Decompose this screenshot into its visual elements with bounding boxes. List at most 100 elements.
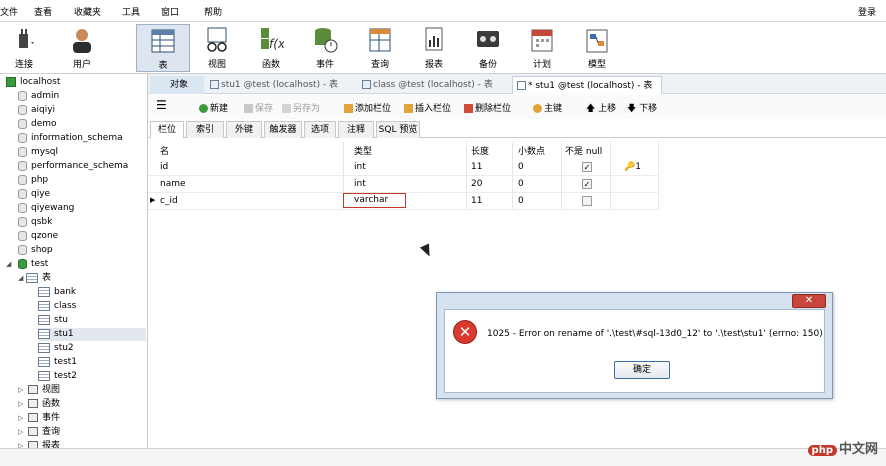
function-button[interactable]: f(x) 函数 — [251, 24, 291, 72]
tab-class[interactable]: class @test (localhost) - 表 — [358, 76, 510, 94]
tab-stu1-design[interactable]: * stu1 @test (localhost) - 表 — [512, 76, 662, 94]
event-button[interactable]: 事件 — [305, 24, 345, 72]
expand-arrow-icon[interactable]: ▷ — [18, 428, 23, 436]
add-column-button[interactable]: 添加栏位 — [344, 101, 391, 114]
not-null-checkbox[interactable]: ✓ — [582, 162, 592, 172]
menu-window[interactable]: 窗口 — [161, 5, 179, 18]
type-field-editing[interactable]: varchar — [343, 193, 406, 208]
tree-db-item[interactable]: admin — [18, 90, 59, 103]
tree-table-item[interactable]: stu1 — [38, 328, 146, 341]
not-null-checkbox[interactable] — [582, 196, 592, 206]
tree-table-item[interactable]: class — [38, 300, 76, 313]
tree-db-item[interactable]: performance_schema — [18, 160, 128, 173]
collapse-arrow-icon[interactable]: ◢ — [18, 274, 23, 282]
tree-db-item[interactable]: mysql — [18, 146, 58, 159]
tab-object[interactable]: 对象 — [150, 76, 204, 94]
schedule-icon — [529, 26, 555, 54]
tab-stu1[interactable]: stu1 @test (localhost) - 表 — [206, 76, 356, 94]
move-up-button[interactable]: 🡅 上移 — [586, 101, 616, 117]
tree-folder-item[interactable]: 报表 — [28, 440, 60, 448]
subtab-foreign-keys[interactable]: 外键 — [226, 121, 262, 138]
tree-db-item[interactable]: qsbk — [18, 216, 52, 229]
collapse-arrow-icon[interactable]: ◢ — [6, 260, 11, 268]
expand-arrow-icon[interactable]: ▷ — [18, 400, 23, 408]
user-button[interactable]: 用户 — [62, 24, 102, 72]
col-header-type[interactable]: 类型 — [354, 144, 372, 157]
menu-help[interactable]: 帮助 — [204, 5, 222, 18]
table-row[interactable]: id int 11 0 ✓ 🔑1 — [148, 159, 659, 176]
tree-db-item[interactable]: php — [18, 174, 48, 187]
tree-db-test[interactable]: test — [18, 258, 48, 271]
arrow-up-icon: 🡅 — [586, 104, 599, 114]
query-button[interactable]: 查询 — [360, 24, 400, 72]
subtab-options[interactable]: 选项 — [304, 121, 336, 138]
col-header-not-null[interactable]: 不是 null — [565, 144, 602, 157]
menu-favorites[interactable]: 收藏夹 — [74, 5, 101, 18]
save-as-button[interactable]: 另存为 — [282, 101, 320, 114]
tree-table-item[interactable]: test2 — [38, 370, 77, 383]
subtab-sql-preview[interactable]: SQL 预览 — [376, 121, 420, 138]
ok-button[interactable]: 确定 — [614, 361, 670, 379]
database-icon — [18, 90, 27, 101]
connection-tree: localhost admin aiqiyi demo information_sch… — [0, 74, 148, 448]
save-button[interactable]: 保存 — [244, 101, 273, 114]
expand-arrow-icon[interactable]: ▷ — [18, 386, 23, 394]
tree-folder-item[interactable]: 事件 — [28, 412, 60, 425]
main-toolbar: 连接 用户 表 视图 f(x) 函数 事件 查询 — [0, 22, 886, 74]
menu-file[interactable]: 文件 — [0, 5, 18, 18]
status-bar — [0, 448, 886, 466]
tree-tables-folder[interactable]: 表 — [26, 272, 51, 285]
tree-folder-item[interactable]: 视图 — [28, 384, 60, 397]
model-button[interactable]: 模型 — [577, 24, 617, 72]
tree-db-item[interactable]: shop — [18, 244, 53, 257]
insert-column-button[interactable]: 插入栏位 — [404, 101, 451, 114]
view-button[interactable]: 视图 — [197, 24, 237, 72]
expand-arrow-icon[interactable]: ▷ — [18, 414, 23, 422]
login-link[interactable]: 登录 — [858, 5, 876, 18]
subtab-fields[interactable]: 栏位 — [150, 121, 184, 138]
report-button[interactable]: 报表 — [414, 24, 454, 72]
tree-db-item[interactable]: qzone — [18, 230, 58, 243]
table-row[interactable]: ▶ c_id varchar 11 0 — [148, 193, 659, 210]
col-header-decimals[interactable]: 小数点 — [518, 144, 545, 157]
error-message: 1025 - Error on rename of '.\test\#sql-1… — [487, 329, 823, 339]
backup-button[interactable]: 备份 — [468, 24, 508, 72]
subtab-indexes[interactable]: 索引 — [186, 121, 224, 138]
menu-icon[interactable]: ☰ — [156, 98, 167, 112]
tree-table-item[interactable]: stu2 — [38, 342, 74, 355]
new-button[interactable]: 新建 — [199, 101, 228, 114]
tree-db-item[interactable]: qiye — [18, 188, 50, 201]
connect-button[interactable]: 连接 — [4, 24, 44, 72]
delete-column-button[interactable]: 删除栏位 — [464, 101, 511, 114]
subtab-triggers[interactable]: 触发器 — [264, 121, 302, 138]
schedule-button[interactable]: 计划 — [522, 24, 562, 72]
tree-connection[interactable]: localhost — [6, 76, 60, 89]
move-down-button[interactable]: 🡇 下移 — [627, 101, 657, 117]
primary-key-button[interactable]: 主键 — [533, 101, 562, 114]
close-button[interactable]: ✕ — [792, 294, 826, 308]
not-null-checkbox[interactable]: ✓ — [582, 179, 592, 189]
tree-table-item[interactable]: test1 — [38, 356, 77, 369]
table-row[interactable]: name int 20 0 ✓ — [148, 176, 659, 193]
tree-db-item[interactable]: demo — [18, 118, 57, 131]
subtab-comment[interactable]: 注释 — [338, 121, 374, 138]
database-icon — [18, 216, 27, 227]
primary-key-indicator: 🔑1 — [624, 162, 641, 172]
tree-folder-item[interactable]: 查询 — [28, 426, 60, 439]
tree-db-item[interactable]: information_schema — [18, 132, 123, 145]
col-header-name[interactable]: 名 — [160, 144, 169, 157]
col-header-length[interactable]: 长度 — [471, 144, 489, 157]
menu-tools[interactable]: 工具 — [122, 5, 140, 18]
tree-db-item[interactable]: aiqiyi — [18, 104, 55, 117]
menu-view[interactable]: 查看 — [34, 5, 52, 18]
tree-folder-item[interactable]: 函数 — [28, 398, 60, 411]
tree-db-item[interactable]: qiyewang — [18, 202, 74, 215]
table-button[interactable]: 表 — [136, 24, 190, 72]
tree-table-item[interactable]: bank — [38, 286, 76, 299]
table-icon — [38, 328, 50, 339]
query-icon — [367, 26, 393, 54]
editor-toolbar: ☰ 新建 保存 另存为 添加栏位 插入栏位 删除栏位 主键 🡅 上移 🡇 下移 — [148, 95, 886, 119]
tree-table-item[interactable]: stu — [38, 314, 68, 327]
database-icon — [18, 118, 27, 129]
table-icon — [150, 27, 176, 55]
